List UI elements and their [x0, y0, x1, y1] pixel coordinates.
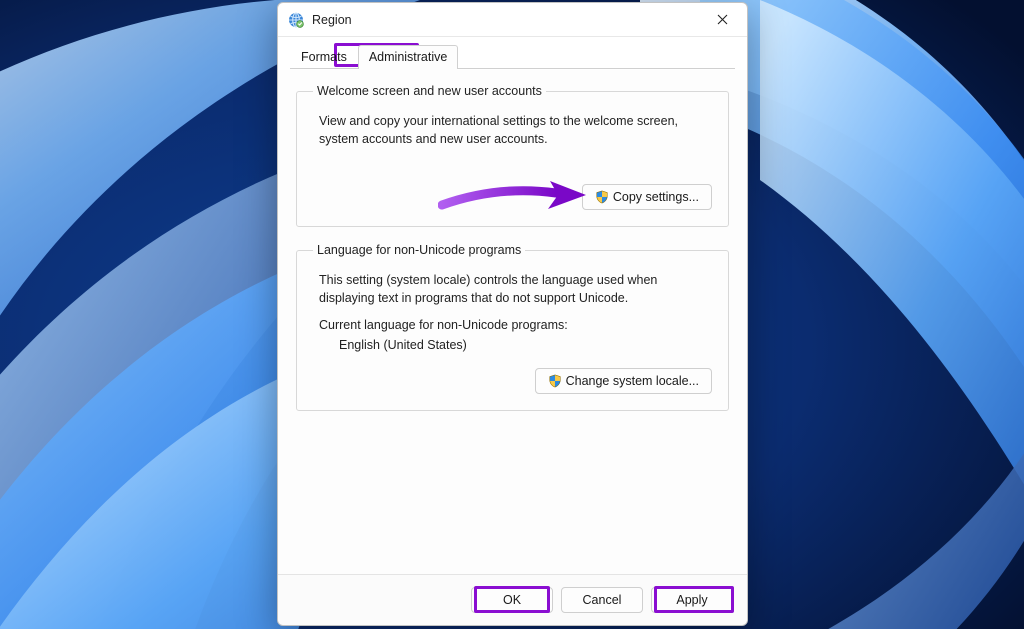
- shield-icon: [548, 374, 562, 388]
- window-title: Region: [312, 13, 699, 27]
- current-language-label: Current language for non-Unicode program…: [319, 318, 712, 332]
- current-language-value: English (United States): [339, 338, 712, 352]
- cancel-label: Cancel: [583, 593, 622, 607]
- tab-formats[interactable]: Formats: [290, 45, 358, 69]
- group-non-unicode-legend: Language for non-Unicode programs: [313, 243, 525, 257]
- titlebar: Region: [278, 3, 747, 37]
- cancel-button[interactable]: Cancel: [561, 587, 643, 613]
- copy-settings-label: Copy settings...: [613, 190, 699, 204]
- tab-content: Welcome screen and new user accounts Vie…: [278, 70, 747, 574]
- group-welcome-screen: Welcome screen and new user accounts Vie…: [296, 84, 729, 227]
- ok-button[interactable]: OK: [471, 587, 553, 613]
- shield-icon: [595, 190, 609, 204]
- tabs: Formats Administrative: [278, 37, 747, 69]
- dialog-footer: OK Cancel Apply: [278, 574, 747, 625]
- apply-button[interactable]: Apply: [651, 587, 733, 613]
- group-welcome-legend: Welcome screen and new user accounts: [313, 84, 546, 98]
- group-non-unicode-desc: This setting (system locale) controls th…: [319, 271, 712, 307]
- group-welcome-desc: View and copy your international setting…: [319, 112, 712, 148]
- close-button[interactable]: [699, 4, 745, 36]
- ok-label: OK: [503, 593, 521, 607]
- change-system-locale-label: Change system locale...: [566, 374, 699, 388]
- group-non-unicode: Language for non-Unicode programs This s…: [296, 243, 729, 410]
- globe-icon: [288, 12, 304, 28]
- change-system-locale-button[interactable]: Change system locale...: [535, 368, 712, 394]
- apply-label: Apply: [676, 593, 707, 607]
- region-dialog: Region Formats Administrative Welcome sc…: [277, 2, 748, 626]
- copy-settings-button[interactable]: Copy settings...: [582, 184, 712, 210]
- tab-administrative[interactable]: Administrative: [358, 45, 459, 69]
